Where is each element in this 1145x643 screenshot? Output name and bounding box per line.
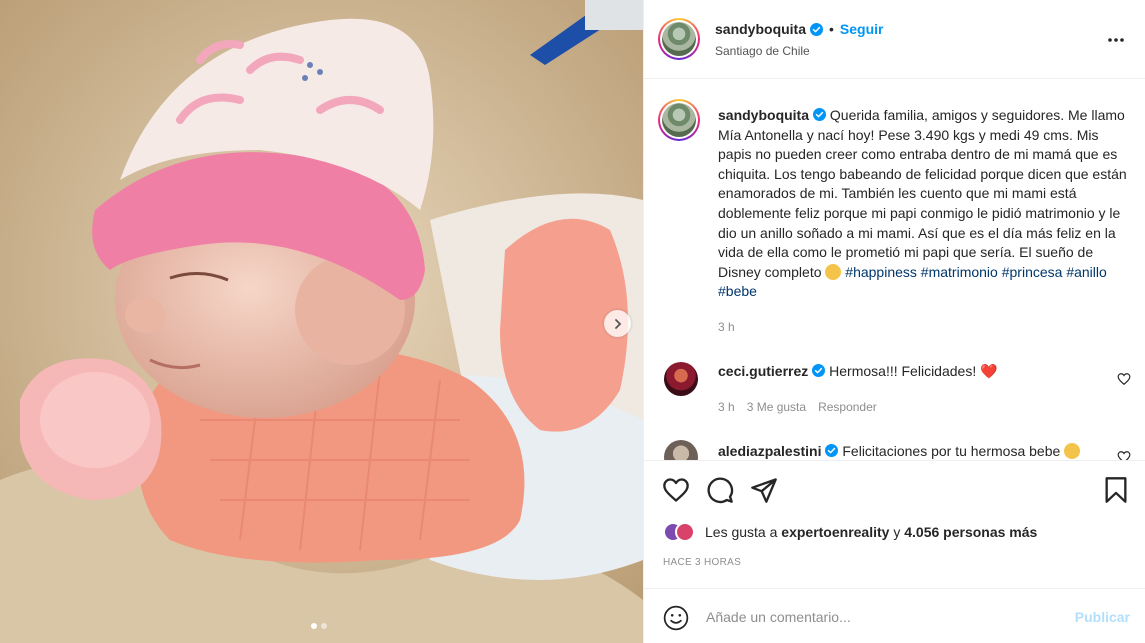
comment-input[interactable] [706,603,1056,631]
post-details-panel: sandyboquita • Seguir Santiago de Chile … [643,0,1145,643]
hashtag-link[interactable]: #happiness [845,264,917,280]
verified-badge-icon [810,22,824,36]
comment-meta: 3 h 3 Me gusta Responder [718,400,877,414]
comments-section[interactable]: sandyboquita Querida familia, amigos y s… [644,80,1145,460]
hashtag-link[interactable]: #anillo [1066,264,1106,280]
post-actions: Les gusta a expertoenreality y 4.056 per… [644,460,1145,588]
comment-username[interactable]: ceci.gutierrez [718,363,808,379]
grinning-emoji-icon [1064,443,1081,459]
post-caption: sandyboquita Querida familia, amigos y s… [718,106,1134,302]
commenter-avatar[interactable] [664,362,698,396]
comment-item: ceci.gutierrez Hermosa!!! Felicidades! ❤… [718,363,998,380]
chevron-right-icon [614,318,621,329]
comment-item: alediazpalestini Felicitaciones por tu h… [718,443,1081,459]
likes-summary[interactable]: Les gusta a expertoenreality y 4.056 per… [663,522,1037,542]
comment-icon[interactable] [706,476,734,504]
emoji-icon[interactable] [663,605,689,631]
red-heart-emoji: ❤️ [980,363,998,379]
carousel-dot-active [311,623,317,629]
post-timestamp[interactable]: HACE 3 HORAS [663,557,741,568]
more-options-icon[interactable] [1106,30,1126,50]
carousel-dot [321,623,327,629]
hashtag-link[interactable]: #matrimonio [921,264,998,280]
likes-prefix: Les gusta a [705,524,778,540]
comment-text: Felicitaciones por tu hermosa bebe [842,443,1061,459]
hashtag-link[interactable]: #bebe [718,283,757,299]
post-header: sandyboquita • Seguir Santiago de Chile [644,0,1145,79]
caption-avatar[interactable] [658,99,700,141]
header-separator: • [829,21,834,37]
post-location[interactable]: Santiago de Chile [715,44,810,58]
share-icon[interactable] [750,476,778,504]
comment-username[interactable]: alediazpalestini [718,443,821,459]
comment-heart-icon[interactable] [1117,450,1131,460]
grinning-emoji-icon [825,263,842,280]
reply-button[interactable]: Responder [818,400,877,414]
likes-others[interactable]: 4.056 personas más [904,524,1037,540]
likes-connector: y [893,524,901,540]
carousel-indicator [311,623,327,629]
author-username[interactable]: sandyboquita [715,21,806,37]
author-avatar[interactable] [658,18,700,60]
publish-button[interactable]: Publicar [1075,609,1130,625]
hashtag-link[interactable]: #princesa [1002,264,1063,280]
comment-text: Hermosa!!! Felicidades! [829,363,977,379]
comment-heart-icon[interactable] [1117,372,1131,386]
liker-avatar [675,522,695,542]
caption-username[interactable]: sandyboquita [718,107,809,123]
post-photo [0,0,643,643]
next-image-button[interactable] [604,310,631,337]
post-media[interactable] [0,0,643,643]
verified-badge-icon [812,364,826,377]
verified-badge-icon [825,444,839,457]
commenter-avatar[interactable] [664,440,698,460]
heart-icon[interactable] [662,476,690,504]
comment-timestamp[interactable]: 3 h [718,400,735,414]
bookmark-icon[interactable] [1102,476,1130,504]
comment-composer: Publicar [644,588,1145,643]
caption-text: Querida familia, amigos y seguidores. Me… [718,107,1127,280]
comment-likes[interactable]: 3 Me gusta [747,400,806,414]
likes-user[interactable]: expertoenreality [781,524,889,540]
liker-avatars [663,522,695,542]
caption-timestamp[interactable]: 3 h [718,320,735,334]
verified-badge-icon [813,108,827,121]
follow-button[interactable]: Seguir [840,21,884,37]
